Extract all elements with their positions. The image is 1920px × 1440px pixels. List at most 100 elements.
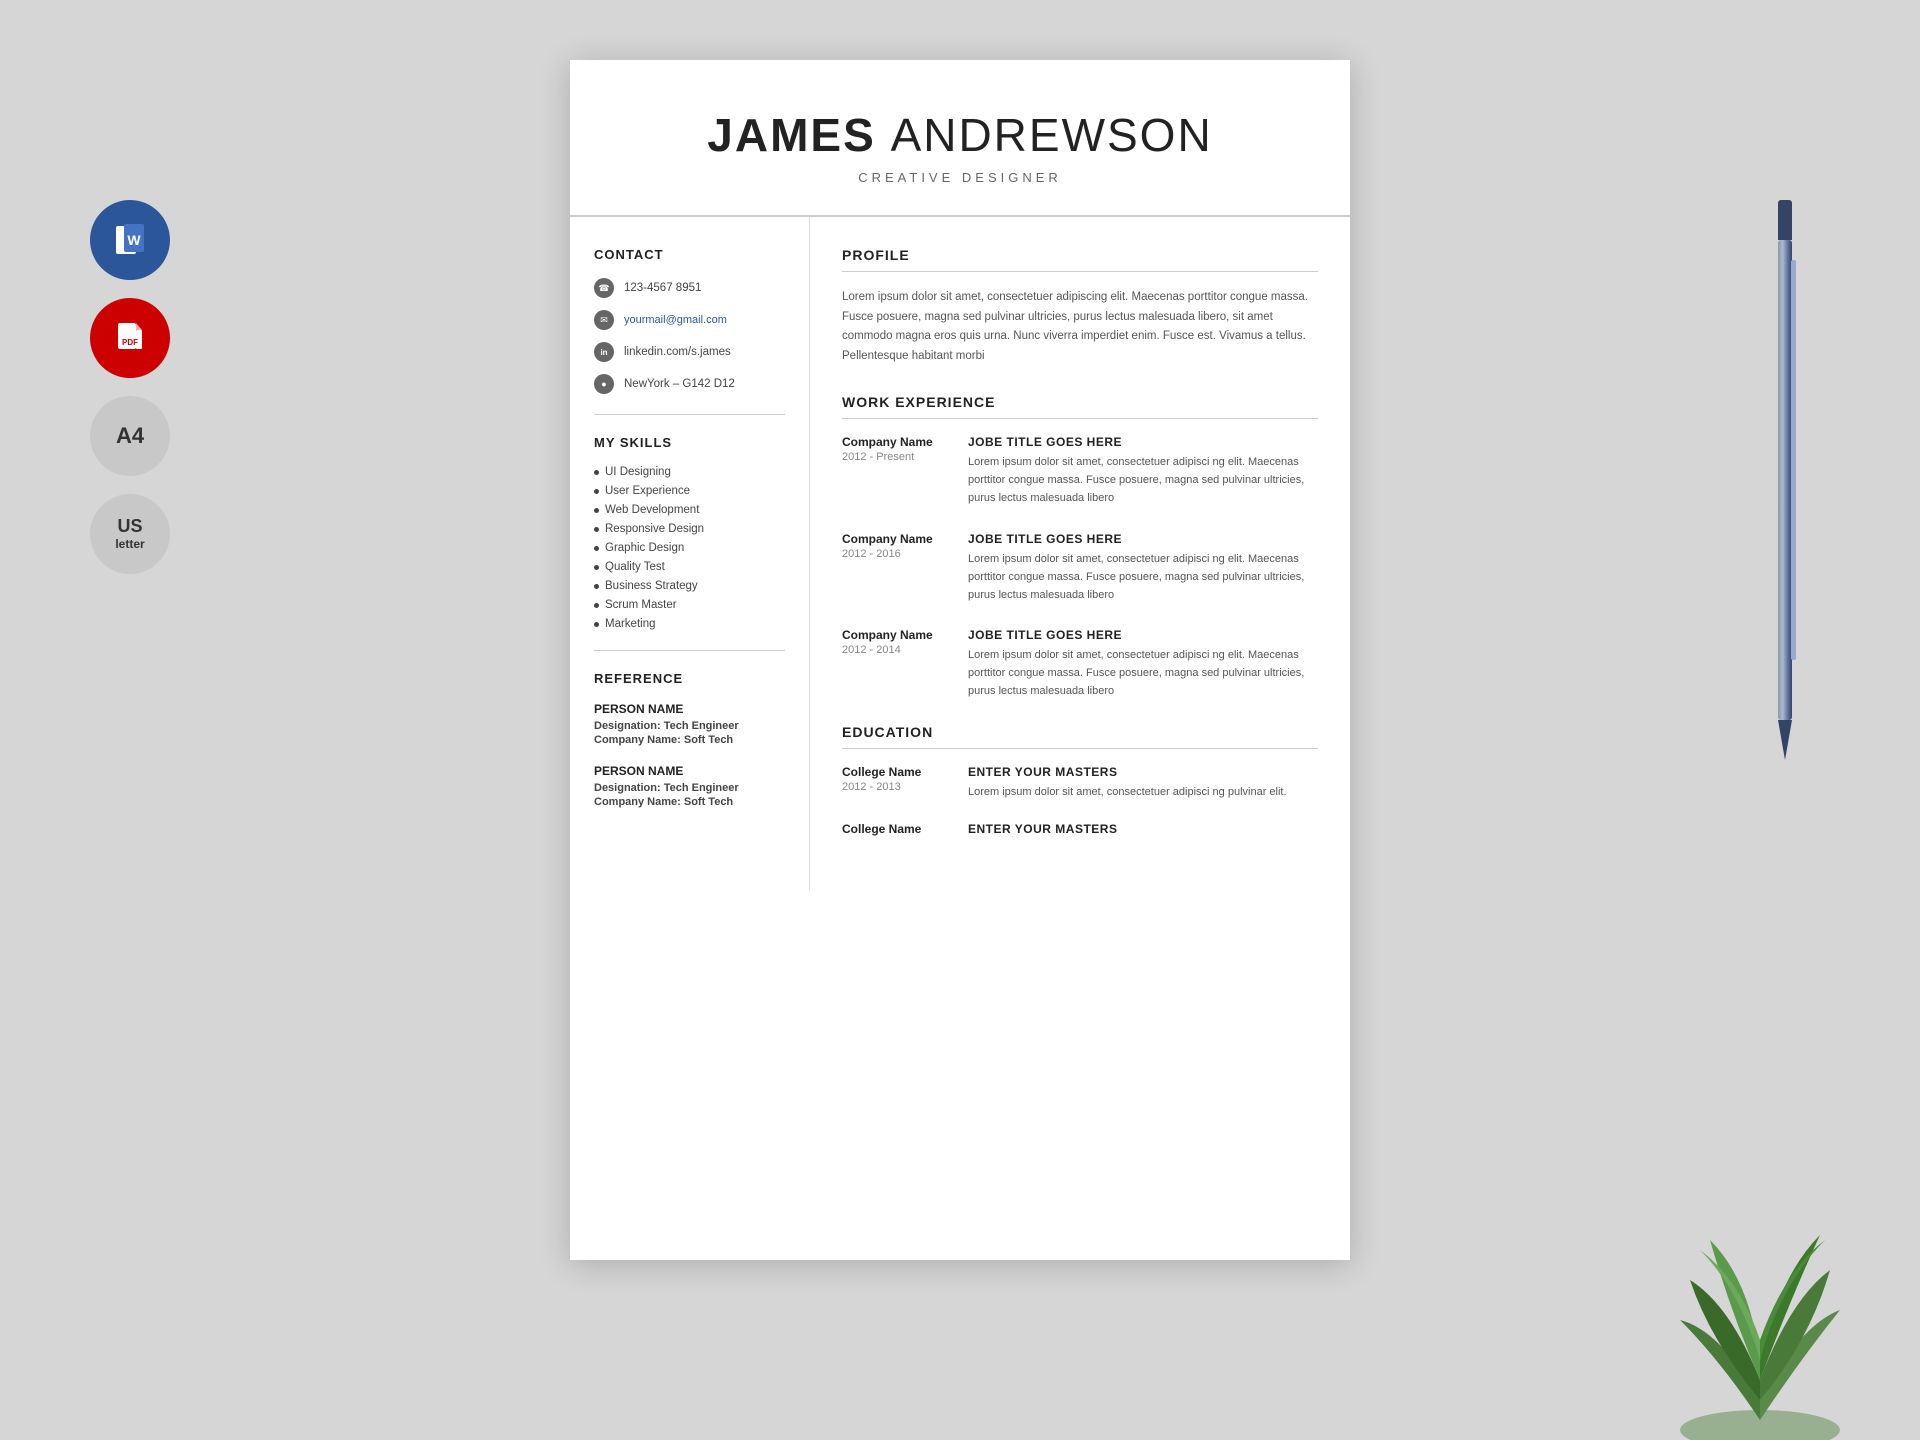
ref-designation-2: Designation: Tech Engineer xyxy=(594,782,785,794)
skill-item: Scrum Master xyxy=(594,599,785,611)
work-title-1: JOBE TITLE GOES HERE xyxy=(968,435,1318,449)
contact-email[interactable]: ✉ yourmail@gmail.com xyxy=(594,310,785,330)
skills-divider xyxy=(594,650,785,651)
skill-item: Responsive Design xyxy=(594,523,785,535)
work-entry-2: Company Name 2012 - 2016 JOBE TITLE GOES… xyxy=(842,532,1318,604)
ref-name-1: PERSON NAME xyxy=(594,702,785,716)
skills-list: UI Designing User Experience Web Develop… xyxy=(594,466,785,630)
ref-company-label-2: Company Name: xyxy=(594,796,681,808)
edu-left-2: College Name xyxy=(842,822,952,840)
contact-phone: ☎ 123-4567 8951 xyxy=(594,278,785,298)
pen-decoration xyxy=(1770,200,1800,760)
edu-college-1: College Name xyxy=(842,765,952,779)
edu-left-1: College Name 2012 - 2013 xyxy=(842,765,952,801)
skill-item: Marketing xyxy=(594,618,785,630)
candidate-title: CREATIVE DESIGNER xyxy=(610,170,1310,185)
work-desc-1: Lorem ipsum dolor sit amet, consectetuer… xyxy=(968,453,1318,507)
skill-text: Business Strategy xyxy=(605,580,698,592)
first-name: JAMES xyxy=(707,109,875,161)
a4-icon[interactable]: A4 xyxy=(90,396,170,476)
skill-item: Graphic Design xyxy=(594,542,785,554)
a4-label: A4 xyxy=(116,423,144,449)
ref-designation-label-2: Designation: xyxy=(594,782,661,794)
profile-divider xyxy=(842,271,1318,272)
ref-designation-1: Designation: Tech Engineer xyxy=(594,720,785,732)
phone-icon: ☎ xyxy=(594,278,614,298)
contact-divider xyxy=(594,414,785,415)
bullet-icon xyxy=(594,584,599,589)
svg-text:W: W xyxy=(127,232,141,248)
work-right-3: JOBE TITLE GOES HERE Lorem ipsum dolor s… xyxy=(968,628,1318,700)
skill-item: Quality Test xyxy=(594,561,785,573)
work-company-1: Company Name xyxy=(842,435,952,449)
skill-text: UI Designing xyxy=(605,466,671,478)
skill-text: Marketing xyxy=(605,618,656,630)
email-link[interactable]: yourmail@gmail.com xyxy=(624,314,727,326)
education-section-title: EDUCATION xyxy=(842,724,1318,740)
skill-text: Quality Test xyxy=(605,561,665,573)
work-company-2: Company Name xyxy=(842,532,952,546)
work-right-2: JOBE TITLE GOES HERE Lorem ipsum dolor s… xyxy=(968,532,1318,604)
pdf-icon[interactable]: PDF xyxy=(90,298,170,378)
bullet-icon xyxy=(594,508,599,513)
skill-text: User Experience xyxy=(605,485,690,497)
right-column: PROFILE Lorem ipsum dolor sit amet, cons… xyxy=(810,217,1350,890)
reference-person-2: PERSON NAME Designation: Tech Engineer C… xyxy=(594,764,785,808)
education-divider xyxy=(842,748,1318,749)
skills-section-title: MY SKILLS xyxy=(594,435,785,450)
edu-degree-2: ENTER YOUR MASTERS xyxy=(968,822,1318,836)
email-icon: ✉ xyxy=(594,310,614,330)
profile-text: Lorem ipsum dolor sit amet, consectetuer… xyxy=(842,288,1318,366)
work-title-3: JOBE TITLE GOES HERE xyxy=(968,628,1318,642)
linkedin-icon: in xyxy=(594,342,614,362)
us-letter-icon[interactable]: US letter xyxy=(90,494,170,574)
resume-paper: JAMES ANDREWSON CREATIVE DESIGNER CONTAC… xyxy=(570,60,1350,1260)
plant-decoration xyxy=(1660,1140,1860,1440)
edu-right-2: ENTER YOUR MASTERS xyxy=(968,822,1318,840)
profile-section-title: PROFILE xyxy=(842,247,1318,263)
work-period-3: 2012 - 2014 xyxy=(842,644,952,656)
word-icon[interactable]: W xyxy=(90,200,170,280)
linkedin-text: linkedin.com/s.james xyxy=(624,346,731,358)
left-column: CONTACT ☎ 123-4567 8951 ✉ yourmail@gmail… xyxy=(570,217,810,890)
contact-location: ● NewYork – G142 D12 xyxy=(594,374,785,394)
reference-person-1: PERSON NAME Designation: Tech Engineer C… xyxy=(594,702,785,746)
us-label: US xyxy=(117,517,142,537)
skill-item: Business Strategy xyxy=(594,580,785,592)
skill-item: User Experience xyxy=(594,485,785,497)
work-entry-3: Company Name 2012 - 2014 JOBE TITLE GOES… xyxy=(842,628,1318,700)
phone-text: 123-4567 8951 xyxy=(624,282,701,294)
edu-desc-1: Lorem ipsum dolor sit amet, consectetuer… xyxy=(968,783,1318,801)
skill-text: Responsive Design xyxy=(605,523,704,535)
location-icon: ● xyxy=(594,374,614,394)
bullet-icon xyxy=(594,603,599,608)
contact-linkedin[interactable]: in linkedin.com/s.james xyxy=(594,342,785,362)
ref-name-2: PERSON NAME xyxy=(594,764,785,778)
work-desc-3: Lorem ipsum dolor sit amet, consectetuer… xyxy=(968,646,1318,700)
candidate-name: JAMES ANDREWSON xyxy=(610,108,1310,162)
reference-section-title: REFERENCE xyxy=(594,671,785,686)
edu-entry-1: College Name 2012 - 2013 ENTER YOUR MAST… xyxy=(842,765,1318,801)
resume-body: CONTACT ☎ 123-4567 8951 ✉ yourmail@gmail… xyxy=(570,217,1350,890)
bullet-icon xyxy=(594,527,599,532)
bullet-icon xyxy=(594,470,599,475)
ref-designation-value-1: Tech Engineer xyxy=(664,720,739,732)
work-right-1: JOBE TITLE GOES HERE Lorem ipsum dolor s… xyxy=(968,435,1318,507)
edu-period-1: 2012 - 2013 xyxy=(842,781,952,793)
work-left-2: Company Name 2012 - 2016 xyxy=(842,532,952,604)
side-icons-panel: W PDF A4 US letter xyxy=(90,200,170,574)
contact-section-title: CONTACT xyxy=(594,247,785,262)
skill-text: Graphic Design xyxy=(605,542,684,554)
bullet-icon xyxy=(594,546,599,551)
skill-text: Scrum Master xyxy=(605,599,677,611)
work-entry-1: Company Name 2012 - Present JOBE TITLE G… xyxy=(842,435,1318,507)
edu-right-1: ENTER YOUR MASTERS Lorem ipsum dolor sit… xyxy=(968,765,1318,801)
edu-degree-1: ENTER YOUR MASTERS xyxy=(968,765,1318,779)
work-period-1: 2012 - Present xyxy=(842,451,952,463)
work-desc-2: Lorem ipsum dolor sit amet, consectetuer… xyxy=(968,550,1318,604)
skill-item: Web Development xyxy=(594,504,785,516)
ref-designation-label-1: Designation: xyxy=(594,720,661,732)
bullet-icon xyxy=(594,489,599,494)
work-divider xyxy=(842,418,1318,419)
work-left-1: Company Name 2012 - Present xyxy=(842,435,952,507)
